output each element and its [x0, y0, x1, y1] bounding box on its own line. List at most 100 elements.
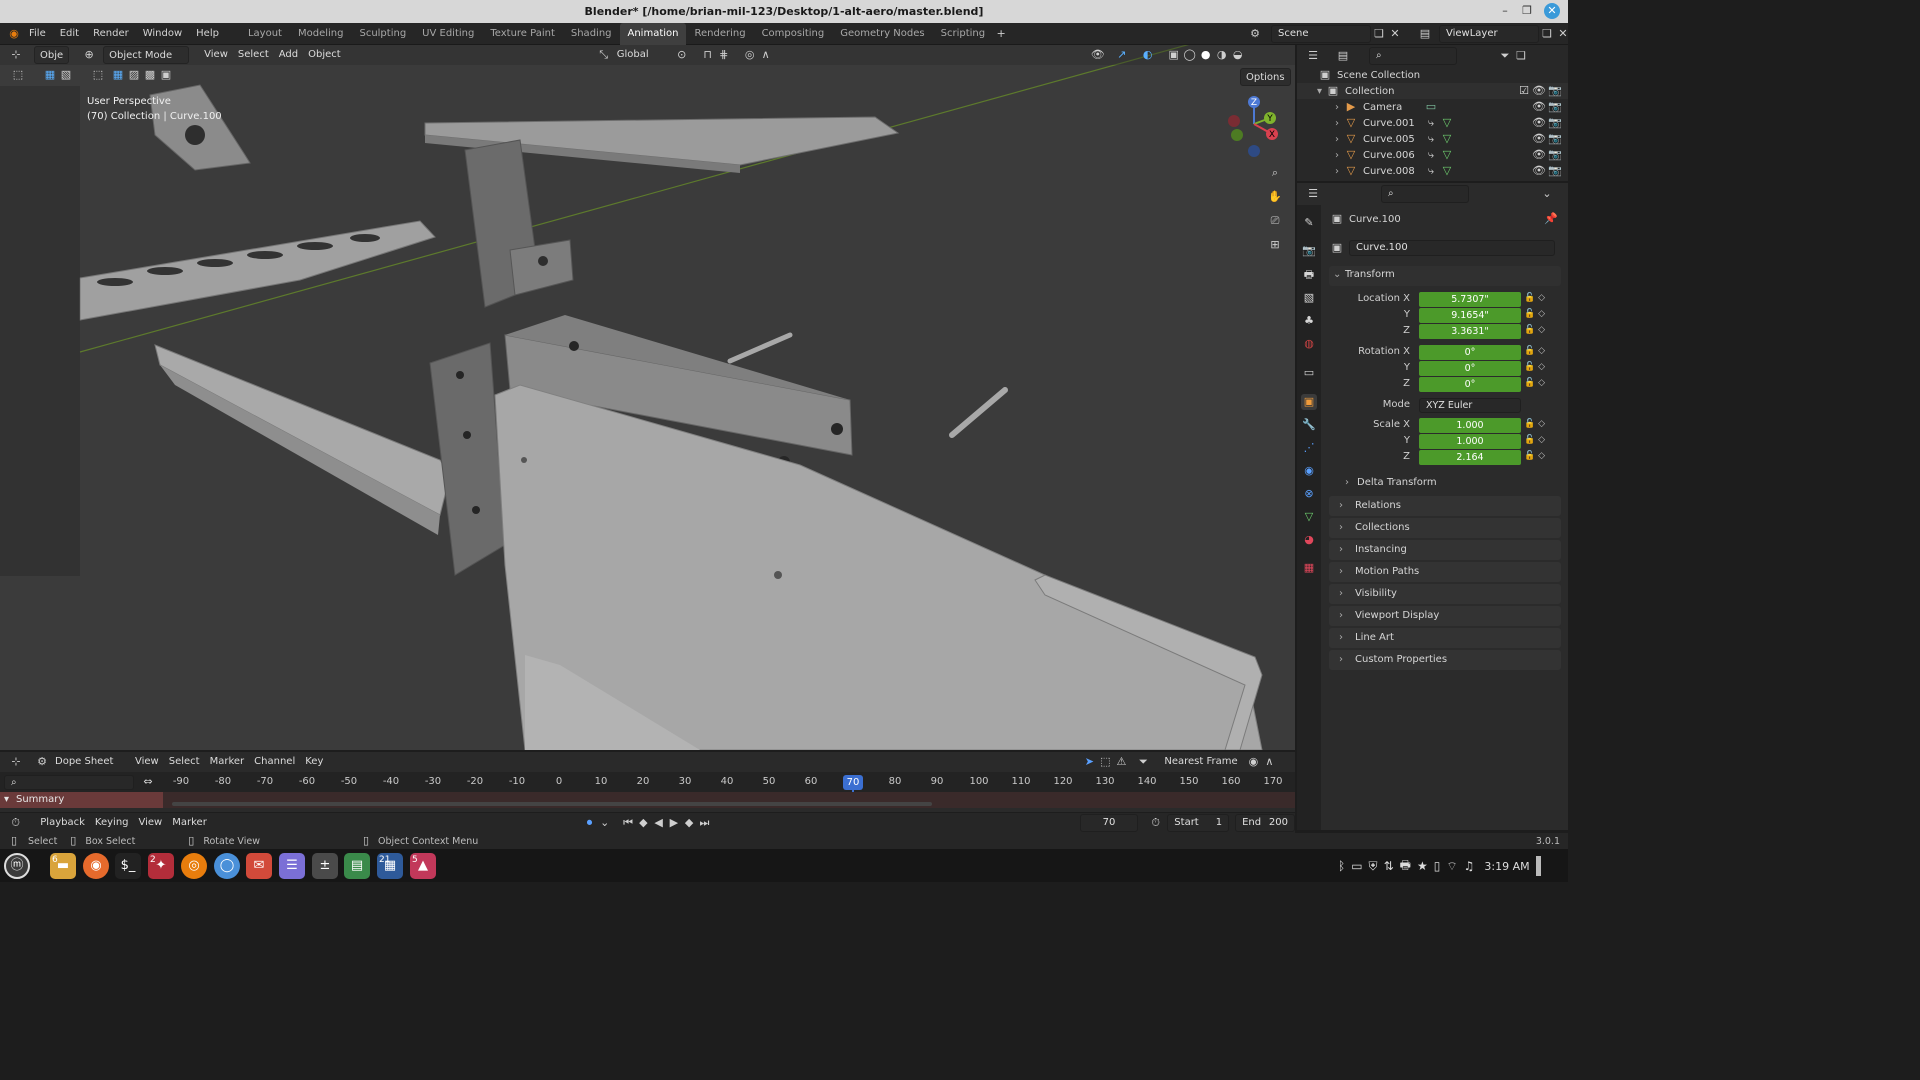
add-workspace-icon[interactable]: +: [993, 26, 1009, 42]
preview-range-icon[interactable]: ⏱: [1148, 815, 1163, 831]
summary-channel[interactable]: ▾ Summary: [0, 792, 163, 808]
outliner-item[interactable]: › ▶ Camera ▭ 👁 📷: [1297, 99, 1568, 115]
tab-animation[interactable]: Animation: [619, 22, 687, 45]
line-art-panel[interactable]: Line Art: [1329, 628, 1561, 648]
show-hidden-icon[interactable]: ⬚: [1097, 754, 1113, 770]
calculator-app-icon[interactable]: ±: [312, 853, 338, 879]
tab-texture-paint[interactable]: Texture Paint: [482, 23, 563, 45]
proportional-icon[interactable]: ◎: [742, 47, 758, 63]
render-camera-icon[interactable]: 📷: [1547, 147, 1563, 163]
tab-sculpting[interactable]: Sculpting: [351, 23, 414, 45]
eye-icon[interactable]: 👁: [1531, 131, 1547, 147]
rendered-shading-icon[interactable]: ◒: [1230, 47, 1246, 63]
ortho-grid-icon[interactable]: ⊞: [1267, 237, 1283, 253]
minimize-icon[interactable]: –: [1497, 3, 1513, 19]
select-new-icon[interactable]: ▦: [42, 67, 58, 83]
app-icon[interactable]: 2 ✦: [148, 853, 174, 879]
dope-menu-marker[interactable]: Marker: [205, 753, 250, 771]
menu-launcher-icon[interactable]: ⓜ: [4, 853, 30, 879]
outliner-editor-icon[interactable]: ☰: [1305, 48, 1321, 64]
outliner-scene-collection[interactable]: ▣ Scene Collection: [1297, 67, 1568, 83]
keyframe-lock-icons[interactable]: 🔓 ◇: [1524, 362, 1545, 372]
keyframe-lock-icons[interactable]: 🔓 ◇: [1524, 309, 1545, 319]
render-tab-icon[interactable]: 📷: [1301, 243, 1317, 259]
select-mode-icon[interactable]: ▦: [110, 67, 126, 83]
keyframe-lock-icons[interactable]: 🔓 ◇: [1524, 346, 1545, 356]
dopesheet-mode-dropdown[interactable]: Dope Sheet: [50, 753, 130, 771]
navigation-gizmo[interactable]: Z Y X: [1222, 92, 1290, 162]
location-x-field[interactable]: 5.7307": [1419, 292, 1521, 307]
output-tab-icon[interactable]: 🖶: [1301, 267, 1317, 283]
menu-select[interactable]: Select: [233, 46, 274, 64]
editor-app-icon[interactable]: ✉: [246, 853, 272, 879]
menu-playback[interactable]: Playback: [35, 814, 90, 832]
data-tab-icon[interactable]: ▽: [1301, 509, 1317, 525]
dopesheet-editor-icon[interactable]: ⊹: [8, 754, 24, 770]
orientation-dropdown[interactable]: Global: [612, 46, 664, 64]
tab-shading[interactable]: Shading: [563, 23, 620, 45]
pan-hand-icon[interactable]: ✋: [1267, 189, 1283, 205]
gizmo-toggle-icon[interactable]: ↗: [1114, 47, 1130, 63]
new-collection-icon[interactable]: ❏: [1513, 48, 1529, 64]
menu-add[interactable]: Add: [274, 46, 303, 64]
menu-view[interactable]: View: [199, 46, 233, 64]
collection-check-icon[interactable]: ☑: [1516, 83, 1532, 99]
dope-menu-view[interactable]: View: [130, 753, 164, 771]
select-invert-icon[interactable]: ▩: [142, 67, 158, 83]
eye-icon[interactable]: 👁: [1531, 147, 1547, 163]
scene-field[interactable]: Scene: [1271, 25, 1371, 43]
select-extend-icon[interactable]: ▧: [58, 67, 74, 83]
menu-file[interactable]: File: [22, 23, 53, 45]
keyframe-lock-icons[interactable]: 🔓 ◇: [1524, 419, 1545, 429]
eye-icon[interactable]: 👁: [1531, 115, 1547, 131]
close-icon[interactable]: ✕: [1544, 3, 1560, 19]
relations-panel[interactable]: Relations: [1329, 496, 1561, 516]
tab-uv-editing[interactable]: UV Editing: [414, 23, 482, 45]
snap-dropdown[interactable]: Nearest Frame: [1159, 753, 1245, 771]
delta-transform-panel[interactable]: › Delta Transform: [1345, 477, 1561, 493]
physics-tab-icon[interactable]: ◉: [1301, 463, 1317, 479]
menu-object[interactable]: Object: [303, 46, 346, 64]
solid-shading-icon[interactable]: ●: [1198, 47, 1214, 63]
menu-keying[interactable]: Keying: [90, 814, 134, 832]
zoom-icon[interactable]: ⌕: [1267, 165, 1283, 181]
editor-menu-button[interactable]: Obje: [34, 46, 70, 64]
viewlayer-copy-icon[interactable]: ❏: [1539, 26, 1555, 42]
outliner-collection[interactable]: ▾ ▣ Collection ☑ 👁 📷: [1297, 83, 1568, 99]
properties-search-input[interactable]: ⌕: [1381, 185, 1469, 203]
eye-icon[interactable]: 👁: [1531, 163, 1547, 179]
material-shading-icon[interactable]: ◑: [1214, 47, 1230, 63]
firefox-app-icon[interactable]: ◉: [83, 853, 109, 879]
3d-viewport[interactable]: [0, 45, 1295, 750]
select-tool-icon[interactable]: ⬚: [10, 67, 26, 83]
only-selected-icon[interactable]: ➤: [1081, 754, 1097, 770]
visibility-panel[interactable]: Visibility: [1329, 584, 1561, 604]
filters-icon[interactable]: ⏷: [1135, 754, 1151, 770]
next-keyframe-icon[interactable]: ◆: [682, 815, 697, 831]
properties-options-icon[interactable]: ⌄: [1539, 186, 1555, 202]
overlay-icon[interactable]: ◐: [1140, 47, 1156, 63]
render-camera-icon[interactable]: 📷: [1547, 131, 1563, 147]
auto-keying-icon[interactable]: ⏺: [582, 815, 597, 831]
dope-menu-channel[interactable]: Channel: [249, 753, 300, 771]
calendar-app-icon[interactable]: 21 ▦: [377, 853, 403, 879]
outliner-item[interactable]: › ▽ Curve.001 ⤷ ▽ 👁 📷: [1297, 115, 1568, 131]
display-mode-icon[interactable]: ▤: [1335, 48, 1351, 64]
instancing-panel[interactable]: Instancing: [1329, 540, 1561, 560]
eye-icon[interactable]: 👁: [1531, 99, 1547, 115]
keyframe-lock-icons[interactable]: 🔓 ◇: [1524, 293, 1545, 303]
current-frame-indicator[interactable]: 70: [843, 775, 863, 790]
transform-icon[interactable]: ⊕: [81, 47, 97, 63]
dope-scrollbar[interactable]: [172, 802, 932, 806]
tab-compositing[interactable]: Compositing: [754, 23, 833, 45]
clock[interactable]: 3:19 AM: [1484, 860, 1529, 873]
outliner-search-input[interactable]: ⌕: [1369, 47, 1457, 65]
spreadsheet-app-icon[interactable]: ▤: [344, 853, 370, 879]
printer-icon[interactable]: 🖶: [1400, 856, 1411, 877]
viewport-display-panel[interactable]: Viewport Display: [1329, 606, 1561, 626]
tl-menu-marker[interactable]: Marker: [167, 814, 212, 832]
menu-edit[interactable]: Edit: [53, 23, 86, 45]
falloff-icon[interactable]: ∧: [758, 47, 774, 63]
proportional-edit-icon[interactable]: ◉: [1245, 754, 1261, 770]
menu-render[interactable]: Render: [86, 23, 136, 45]
